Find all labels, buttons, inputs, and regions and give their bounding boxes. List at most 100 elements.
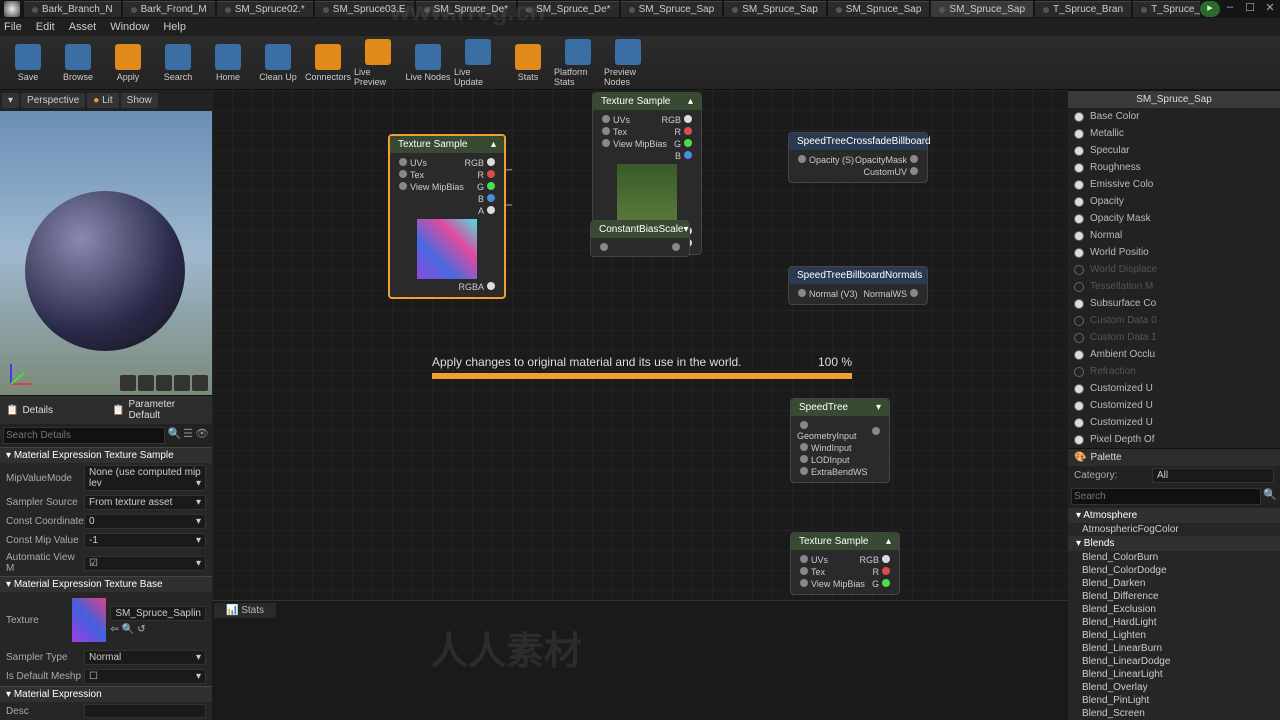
node-constant-bias-scale[interactable]: ConstantBiasScale▾ — [590, 220, 690, 257]
save-button[interactable]: Save — [4, 38, 52, 88]
browse-button[interactable]: Browse — [54, 38, 102, 88]
connectors-button[interactable]: Connectors — [304, 38, 352, 88]
desc-input[interactable] — [84, 704, 206, 718]
editor-tab[interactable]: SM_Spruce_De* — [416, 1, 516, 17]
live-update-button[interactable]: Live Update — [454, 38, 502, 88]
category-dropdown[interactable]: All — [1152, 468, 1274, 483]
material-pin[interactable]: Opacity Mask — [1068, 210, 1280, 227]
node-speedtree-crossfade[interactable]: SpeedTreeCrossfadeBillboard Opacity (S)O… — [788, 132, 928, 183]
material-pin[interactable]: Normal — [1068, 227, 1280, 244]
preview-nodes-button[interactable]: Preview Nodes — [604, 38, 652, 88]
material-pin[interactable]: Refraction — [1068, 363, 1280, 380]
home-button[interactable]: Home — [204, 38, 252, 88]
material-pin[interactable]: Subsurface Co — [1068, 295, 1280, 312]
close-icon[interactable]: ✕ — [1260, 1, 1280, 17]
maximize-icon[interactable]: ☐ — [1240, 1, 1260, 17]
viewport-menu-button[interactable]: ▾ — [2, 93, 19, 108]
prop-value[interactable]: 0 ▾ — [84, 514, 206, 529]
prop-value[interactable]: From texture asset ▾ — [84, 495, 206, 510]
material-pin[interactable]: Customized U — [1068, 380, 1280, 397]
palette-item[interactable]: AtmosphericFogColor — [1068, 523, 1280, 536]
editor-tab[interactable]: SM_Spruce_De* — [518, 1, 618, 17]
prop-value[interactable]: ☐ ▾ — [84, 669, 206, 684]
palette-item[interactable]: Blend_Difference — [1068, 590, 1280, 603]
section-header[interactable]: ▾ Material Expression Texture Sample — [0, 447, 212, 463]
parameter-defaults-tab[interactable]: 📋 Parameter Default — [106, 395, 212, 424]
editor-tab[interactable]: SM_Spruce02.* — [217, 1, 313, 17]
lit-button[interactable]: ● Lit — [87, 93, 118, 108]
editor-tab[interactable]: SM_Spruce_Sap — [931, 1, 1033, 17]
texture-thumbnail[interactable] — [72, 598, 107, 642]
prop-value[interactable]: Normal ▾ — [84, 650, 206, 665]
reset-icon[interactable]: ↺ — [137, 624, 145, 635]
menu-item[interactable]: Window — [110, 21, 149, 33]
prop-value[interactable]: -1 ▾ — [84, 533, 206, 548]
material-pin[interactable]: Emissive Colo — [1068, 176, 1280, 193]
material-pin[interactable]: World Displace — [1068, 261, 1280, 278]
palette-search-input[interactable] — [1071, 488, 1261, 505]
material-pin[interactable]: Specular — [1068, 142, 1280, 159]
menu-item[interactable]: File — [4, 21, 22, 33]
palette-item[interactable]: Blend_Lighten — [1068, 629, 1280, 642]
search-button[interactable]: Search — [154, 38, 202, 88]
palette-item[interactable]: Blend_ColorBurn — [1068, 551, 1280, 564]
palette-item[interactable]: Blend_ColorDodge — [1068, 564, 1280, 577]
editor-tab[interactable]: T_Spruce_Fron — [1133, 1, 1200, 17]
material-graph[interactable]: Texture Sample▴ UVsRGB TexR View MipBias… — [212, 90, 1068, 720]
live-preview-button[interactable]: Live Preview — [354, 38, 402, 88]
menu-item[interactable]: Asset — [69, 21, 97, 33]
section-header[interactable]: ▾ Material Expression — [0, 686, 212, 702]
clean-up-button[interactable]: Clean Up — [254, 38, 302, 88]
editor-tab[interactable]: SM_Spruce03.E — [315, 1, 414, 17]
node-speedtree-normals[interactable]: SpeedTreeBillboardNormals Normal (V3)Nor… — [788, 266, 928, 305]
menu-item[interactable]: Help — [163, 21, 186, 33]
stats-tab[interactable]: 📊 Stats — [214, 603, 276, 618]
palette-item[interactable]: Blend_LinearDodge — [1068, 655, 1280, 668]
platform-stats-button[interactable]: Platform Stats — [554, 38, 602, 88]
browse-icon[interactable]: 🔍 — [122, 624, 134, 635]
prop-value[interactable]: ☑ ▾ — [84, 556, 206, 571]
filter-icon[interactable]: ☰ — [183, 427, 193, 444]
show-button[interactable]: Show — [121, 93, 158, 108]
material-pin[interactable]: Base Color — [1068, 108, 1280, 125]
palette-item[interactable]: Blend_Screen — [1068, 707, 1280, 720]
node-speedtree[interactable]: SpeedTree▾ GeometryInput WindInput LODIn… — [790, 398, 890, 483]
palette-item[interactable]: Blend_LinearBurn — [1068, 642, 1280, 655]
search-icon[interactable]: 🔍 — [167, 427, 181, 444]
live-nodes-button[interactable]: Live Nodes — [404, 38, 452, 88]
editor-tab[interactable]: Bark_Frond_M — [123, 1, 215, 17]
material-pin[interactable]: Customized U — [1068, 397, 1280, 414]
use-selected-icon[interactable]: ⇦ — [110, 624, 118, 635]
editor-tab[interactable]: SM_Spruce_Sap — [828, 1, 930, 17]
palette-category[interactable]: ▾ Blends — [1068, 536, 1280, 551]
palette-item[interactable]: Blend_LinearLight — [1068, 668, 1280, 681]
menu-item[interactable]: Edit — [36, 21, 55, 33]
editor-tab[interactable]: Bark_Branch_N — [24, 1, 121, 17]
palette-item[interactable]: Blend_Overlay — [1068, 681, 1280, 694]
material-pin[interactable]: Roughness — [1068, 159, 1280, 176]
palette-item[interactable]: Blend_Darken — [1068, 577, 1280, 590]
search-icon[interactable]: 🔍 — [1263, 488, 1277, 505]
material-pin[interactable]: Custom Data 0 — [1068, 312, 1280, 329]
minimize-icon[interactable]: – — [1220, 1, 1240, 17]
details-search-input[interactable] — [3, 427, 165, 444]
collapse-icon[interactable]: ▴ — [491, 139, 496, 150]
material-pin[interactable]: World Positio — [1068, 244, 1280, 261]
material-pin[interactable]: Customized U — [1068, 414, 1280, 431]
material-pin[interactable]: Ambient Occlu — [1068, 346, 1280, 363]
collapse-icon[interactable]: ▴ — [688, 96, 693, 107]
editor-tab[interactable]: SM_Spruce_Sap — [621, 1, 723, 17]
perspective-button[interactable]: Perspective — [21, 93, 85, 108]
editor-tab[interactable]: SM_Spruce_Sap — [724, 1, 826, 17]
material-pin[interactable]: Pixel Depth Of — [1068, 431, 1280, 448]
prop-value[interactable]: None (use computed mip lev ▾ — [84, 465, 206, 491]
editor-tab[interactable]: T_Spruce_Bran — [1035, 1, 1131, 17]
node-texture-sample[interactable]: Texture Sample▴ UVsRGB TexR View MipBias… — [790, 532, 900, 595]
apply-button[interactable]: Apply — [104, 38, 152, 88]
material-pin[interactable]: Opacity — [1068, 193, 1280, 210]
eye-icon[interactable]: 👁 — [195, 427, 209, 444]
palette-item[interactable]: Blend_Exclusion — [1068, 603, 1280, 616]
palette-category[interactable]: ▾ Atmosphere — [1068, 508, 1280, 523]
play-icon[interactable]: ▸ — [1200, 1, 1220, 17]
material-pin[interactable]: Tessellation M — [1068, 278, 1280, 295]
